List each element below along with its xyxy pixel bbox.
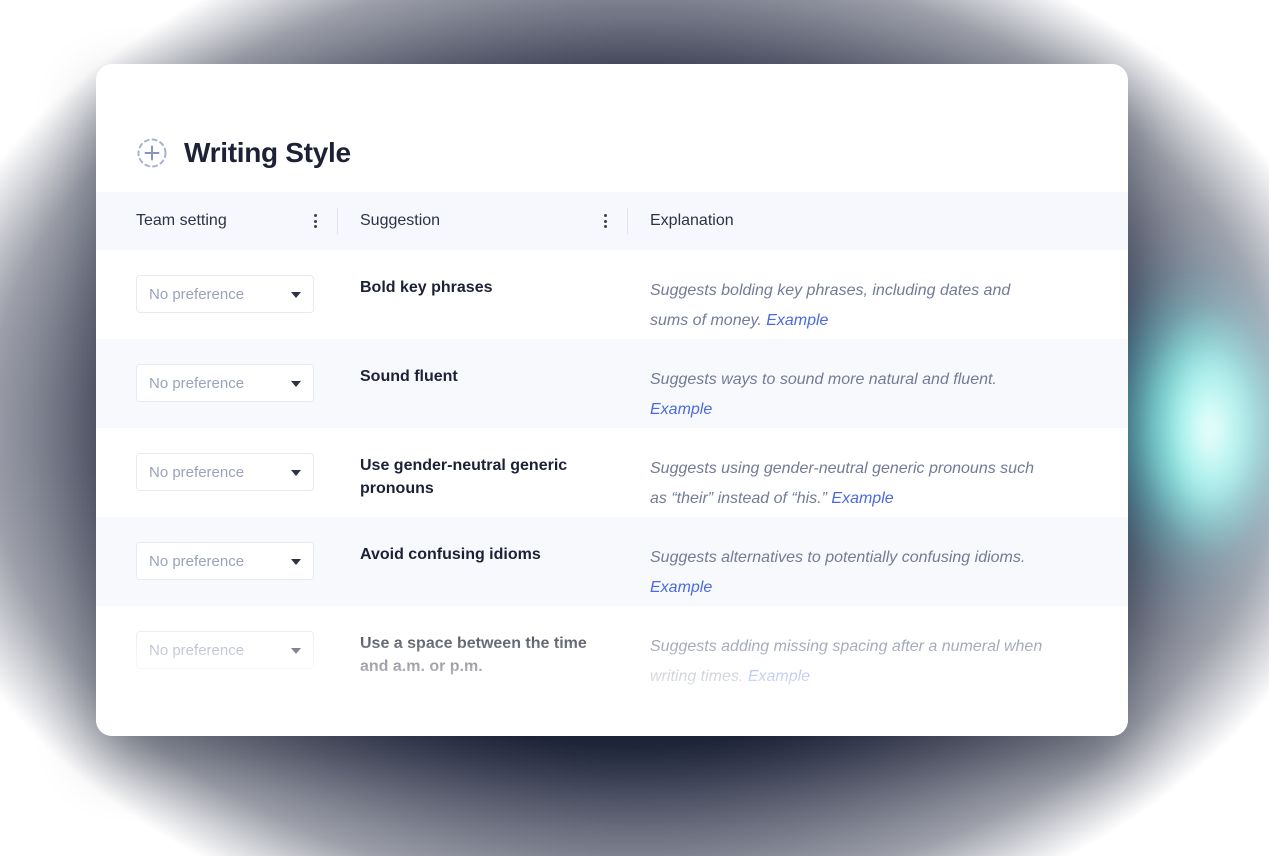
table-row: No preference Avoid confusing idioms Sugge… (96, 517, 1128, 606)
cell-team-setting: No preference (96, 428, 338, 491)
team-setting-select-value: No preference (149, 463, 245, 481)
explanation-text: Suggests bolding key phrases, including … (650, 282, 1011, 330)
writing-style-card: Writing Style Team setting Suggestion Ex… (96, 64, 1128, 736)
example-link[interactable]: Example (766, 312, 828, 329)
explanation-text: Suggests adding missing spacing after a … (650, 638, 1043, 686)
team-setting-select[interactable]: No preference (136, 453, 314, 491)
team-setting-select[interactable]: No preference (136, 631, 314, 669)
example-link[interactable]: Example (748, 668, 810, 685)
chevron-down-icon[interactable] (291, 381, 301, 387)
cell-explanation: Suggests using gender-neutral generic pr… (628, 428, 1068, 515)
team-setting-select[interactable]: No preference (136, 275, 314, 313)
kebab-menu-icon[interactable] (307, 212, 323, 230)
table-body: No preference Bold key phrases Suggests bo… (96, 250, 1128, 695)
team-setting-select-value: No preference (149, 285, 245, 303)
column-header-label: Team setting (136, 212, 227, 229)
cell-suggestion: Use a space between the time and a.m. or… (360, 635, 587, 676)
table-row: No preference Use gender-neutral generic … (96, 428, 1128, 517)
cell-explanation: Suggests ways to sound more natural and … (628, 339, 1068, 426)
team-setting-select[interactable]: No preference (136, 364, 314, 402)
team-setting-select[interactable]: No preference (136, 542, 314, 580)
column-header-explanation: Explanation (628, 192, 1048, 250)
team-setting-select-value: No preference (149, 374, 245, 392)
dashed-circle-plus-icon[interactable] (136, 137, 168, 169)
column-header-label: Explanation (650, 212, 734, 229)
cell-team-setting: No preference (96, 517, 338, 580)
table-row: No preference Bold key phrases Suggests bo… (96, 250, 1128, 339)
chevron-down-icon[interactable] (291, 648, 301, 654)
cell-suggestion: Avoid confusing idioms (360, 546, 541, 563)
writing-style-table: Team setting Suggestion Explanation No p… (96, 192, 1128, 695)
chevron-down-icon[interactable] (291, 470, 301, 476)
cell-team-setting: No preference (96, 339, 338, 402)
explanation-text: Suggests ways to sound more natural and … (650, 371, 997, 388)
column-header-team-setting: Team setting (96, 192, 338, 250)
cell-suggestion: Bold key phrases (360, 279, 493, 296)
kebab-menu-icon[interactable] (597, 212, 613, 230)
cell-suggestion: Sound fluent (360, 368, 458, 385)
cell-explanation: Suggests alternatives to potentially con… (628, 517, 1068, 604)
cell-explanation: Suggests bolding key phrases, including … (628, 250, 1068, 337)
cell-team-setting: No preference (96, 250, 338, 313)
table-row: No preference Sound fluent Suggests ways t… (96, 339, 1128, 428)
example-link[interactable]: Example (831, 490, 893, 507)
column-header-label: Suggestion (360, 212, 441, 229)
table-row: No preference Use a space between the tim… (96, 606, 1128, 695)
cell-team-setting: No preference (96, 606, 338, 669)
explanation-text: Suggests alternatives to potentially con… (650, 549, 1026, 566)
screenshot-stage: Writing Style Team setting Suggestion Ex… (0, 0, 1269, 856)
example-link[interactable]: Example (650, 401, 712, 418)
column-header-suggestion: Suggestion (338, 192, 628, 250)
card-header: Writing Style (96, 64, 1128, 192)
team-setting-select-value: No preference (149, 641, 245, 659)
cell-explanation: Suggests adding missing spacing after a … (628, 606, 1068, 693)
table-header-row: Team setting Suggestion Explanation (96, 192, 1128, 250)
page-title: Writing Style (184, 137, 351, 168)
chevron-down-icon[interactable] (291, 292, 301, 298)
chevron-down-icon[interactable] (291, 559, 301, 565)
cell-suggestion: Use gender-neutral generic pronouns (360, 457, 568, 498)
team-setting-select-value: No preference (149, 552, 245, 570)
example-link[interactable]: Example (650, 579, 712, 596)
